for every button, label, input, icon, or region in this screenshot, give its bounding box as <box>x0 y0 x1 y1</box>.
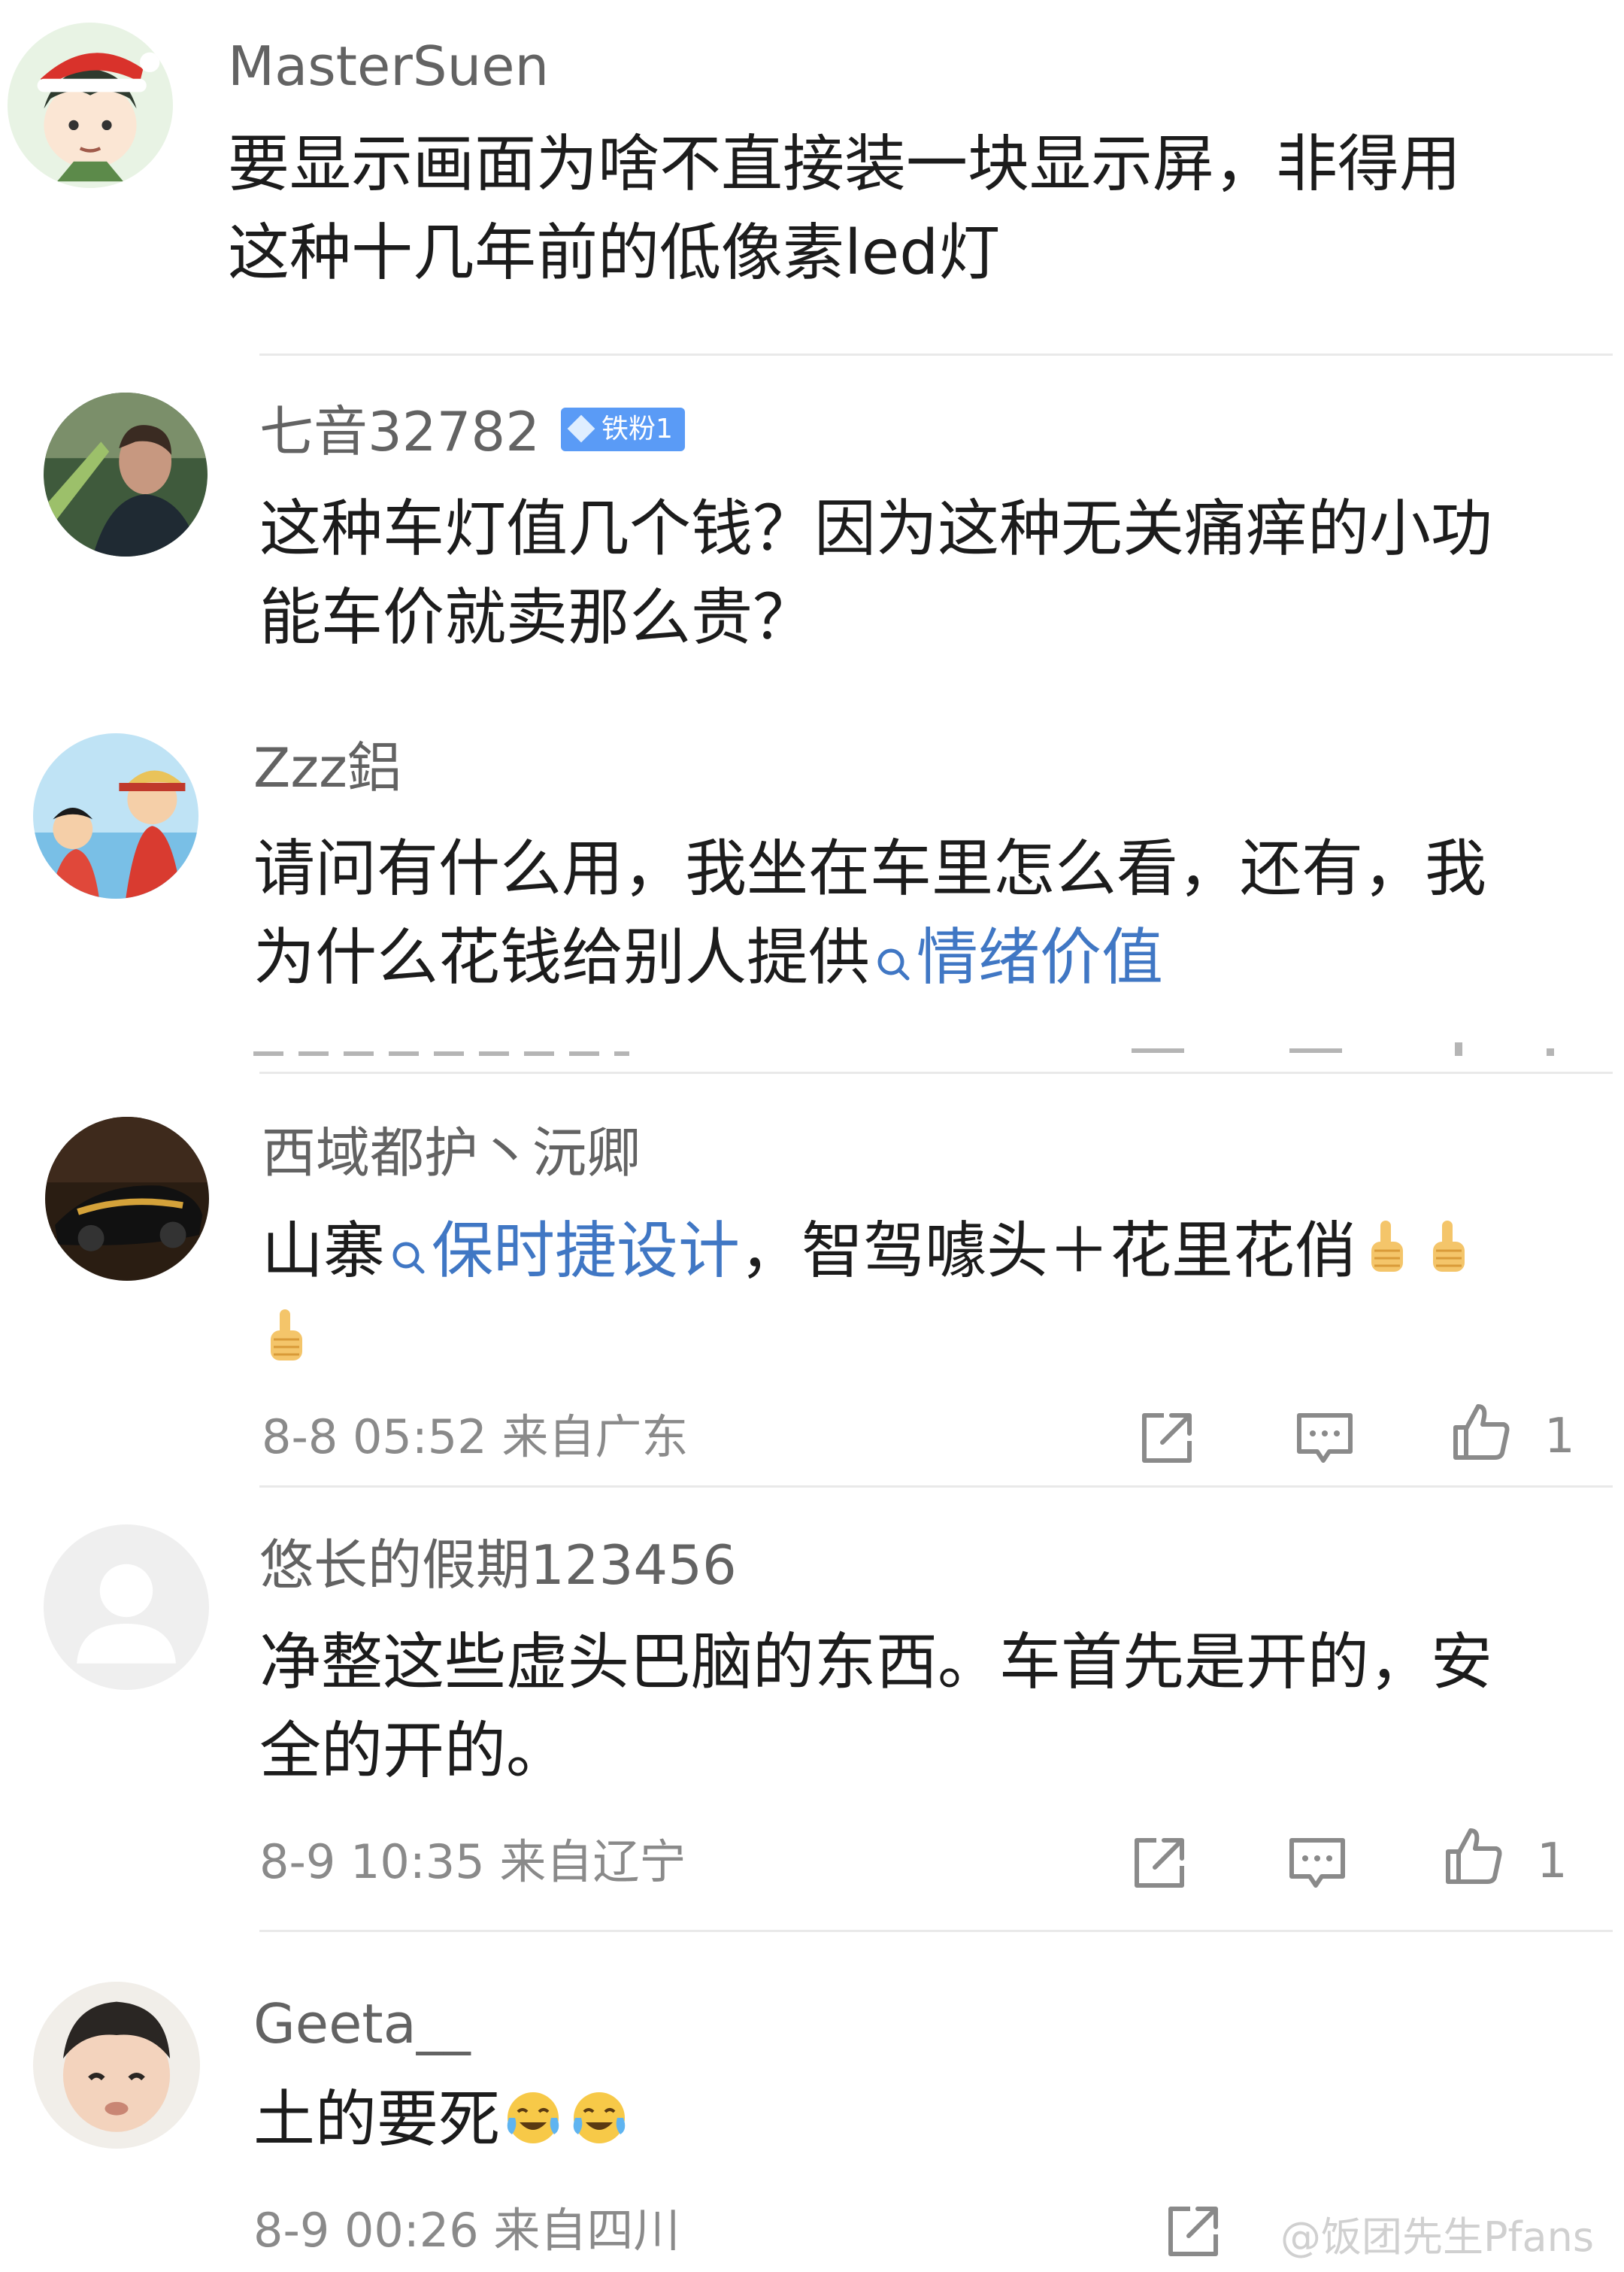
thumbs-up-emoji-icon <box>1362 1213 1412 1273</box>
laugh-cry-emoji-icon <box>569 2083 629 2143</box>
username[interactable]: Geeta__ <box>253 1997 471 2051</box>
fan-badge-label: 铁粉1 <box>601 414 673 445</box>
username-text[interactable]: 七音32782 <box>259 400 540 463</box>
avatar[interactable] <box>33 1982 200 2149</box>
comment-button[interactable] <box>1286 1831 1349 1894</box>
diamond-icon <box>567 415 595 443</box>
comment-text-line <box>262 1296 317 1385</box>
comment-text-line: 山寨 保时捷设计，智驾噱头＋花里花俏 <box>262 1207 1480 1296</box>
comment-icon <box>1297 1413 1353 1463</box>
comment-text-line: 土的要死 <box>253 2076 632 2164</box>
avatar[interactable] <box>8 23 173 188</box>
comment-text-line: 这种车灯值几个钱？因为这种无关痛痒的小功 <box>259 493 1493 565</box>
share-icon <box>1168 2207 1218 2256</box>
comment-meta: 8-9 10:35 来自辽宁 <box>259 1834 686 1889</box>
avatar[interactable] <box>45 1117 209 1281</box>
share-icon <box>1132 1048 1184 1053</box>
watermark: @饭团先生Pfans <box>1280 2213 1594 2261</box>
comment-text: ，智驾噱头＋花里花俏 <box>740 1215 1357 1287</box>
comment-text-line: 全的开的。 <box>259 1715 568 1787</box>
username[interactable]: 悠长的假期123456 <box>259 1538 737 1592</box>
divider <box>259 1485 1613 1488</box>
comment-button[interactable] <box>1293 1406 1356 1470</box>
like-button[interactable] <box>1450 1400 1513 1464</box>
comment-text: 山寨 <box>262 1215 386 1287</box>
comment-icon <box>1289 1838 1345 1888</box>
share-button[interactable] <box>1135 1406 1198 1470</box>
comment-text-line: 要显示画面为啥不直接装一块显示屏，非得用 <box>228 129 1462 200</box>
topic-link[interactable]: 情绪价值 <box>917 922 1163 993</box>
thumbs-up-emoji-icon <box>1424 1213 1474 1273</box>
search-icon <box>876 917 910 981</box>
fan-badge: 铁粉1 <box>561 408 685 452</box>
username[interactable]: 西域都护丶沅卿 <box>262 1126 641 1180</box>
avatar[interactable] <box>33 733 198 899</box>
topic-link[interactable]: 保时捷设计 <box>432 1215 740 1287</box>
comment-icon <box>1289 1048 1342 1053</box>
like-count-remnant <box>1547 1048 1554 1056</box>
search-icon <box>391 1210 426 1274</box>
share-button[interactable] <box>1128 1831 1191 1894</box>
username[interactable]: Zzz鋁 <box>253 741 401 795</box>
thumbs-up-icon <box>1453 1404 1510 1460</box>
divider <box>259 1072 1613 1074</box>
share-button[interactable] <box>1162 2200 1225 2263</box>
comment-text: 土的要死 <box>253 2084 501 2155</box>
meta-remnant <box>253 1051 629 1056</box>
divider <box>259 1930 1613 1932</box>
comment-meta: 8-9 00:26 来自四川 <box>253 2203 680 2258</box>
username[interactable]: MasterSuen <box>228 39 549 93</box>
comment-text-line: 请问有什么用，我坐在车里怎么看，还有，我 <box>253 833 1487 905</box>
laugh-cry-emoji-icon <box>503 2083 563 2143</box>
comment-meta: 8-8 05:52 来自广东 <box>262 1409 689 1464</box>
cropped-meta-row <box>0 1038 1624 1060</box>
share-icon <box>1142 1413 1192 1463</box>
like-count: 1 <box>1537 1834 1568 1889</box>
thumbs-up-icon <box>1446 1828 1502 1884</box>
share-icon <box>1135 1838 1184 1888</box>
comment-text-line: 净整这些虚头巴脑的东西。车首先是开的，安 <box>259 1627 1493 1698</box>
comment-text-line: 能车价就卖那么贵？ <box>259 582 815 654</box>
like-count: 1 <box>1544 1409 1575 1464</box>
divider <box>259 353 1613 356</box>
avatar[interactable] <box>44 393 208 557</box>
comment-text: 为什么花钱给别人提供 <box>253 922 871 993</box>
thumbs-up-emoji-icon <box>262 1302 311 1362</box>
like-button[interactable] <box>1442 1825 1505 1888</box>
username[interactable]: 七音32782 铁粉1 <box>259 405 685 459</box>
avatar[interactable] <box>44 1524 209 1690</box>
comment-text-line: 这种十几年前的低像素led灯 <box>228 217 1001 289</box>
comment-text-line: 为什么花钱给别人提供 情绪价值 <box>253 914 1163 1003</box>
thumbs-up-icon <box>1455 1042 1462 1056</box>
